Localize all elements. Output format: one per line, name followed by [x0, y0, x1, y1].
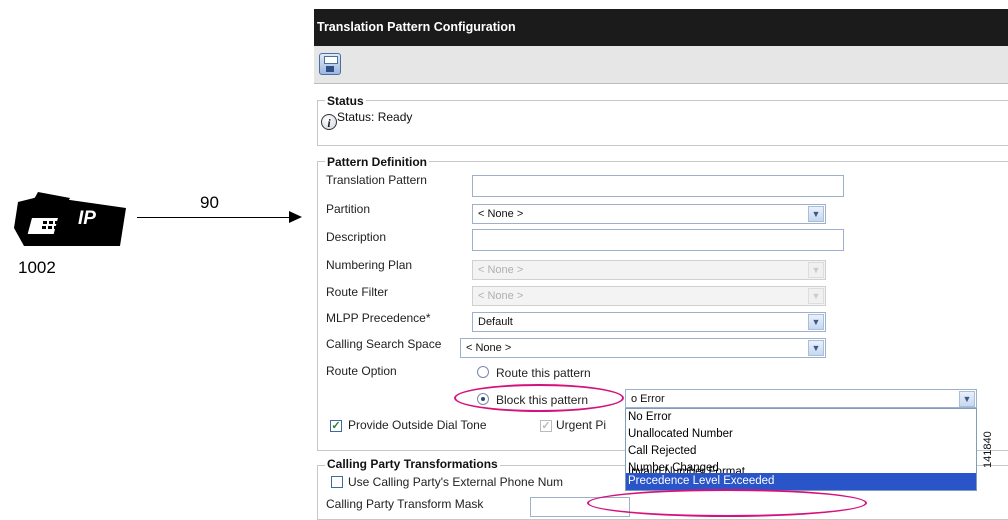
chevron-down-icon: ▼ — [808, 206, 824, 222]
block-reason-select[interactable]: o Error ▼ — [625, 389, 977, 408]
description-input[interactable] — [472, 229, 844, 251]
translation-pattern-input[interactable] — [472, 175, 844, 197]
status-text: Status: Ready — [337, 110, 413, 124]
route-option-label: Route Option — [326, 364, 397, 378]
block-reason-value: o Error — [631, 393, 665, 405]
ip-phone-icon — [14, 192, 126, 246]
description-label: Description — [326, 230, 387, 244]
block-reason-option[interactable]: No Error — [628, 409, 671, 426]
calling-search-space-select[interactable]: < None > ▼ — [460, 338, 826, 358]
status-legend: Status — [325, 94, 366, 108]
calling-search-space-label: Calling Search Space — [326, 337, 442, 351]
translation-pattern-label: Translation Pattern — [326, 173, 427, 187]
partition-select[interactable]: < None > ▼ — [472, 204, 826, 224]
urgent-priority-checkbox: ✓ — [540, 420, 552, 432]
provide-outside-dial-tone-label: Provide Outside Dial Tone — [348, 418, 487, 432]
calling-party-transformations-legend: Calling Party Transformations — [325, 457, 500, 471]
block-reason-option[interactable]: Call Rejected — [628, 443, 696, 460]
call-arrow-line — [137, 217, 289, 218]
transform-mask-label: Calling Party Transform Mask — [326, 497, 484, 511]
route-filter-value: < None > — [478, 290, 524, 302]
route-filter-select: < None > ▼ — [472, 286, 826, 306]
use-external-phone-mask-checkbox[interactable] — [331, 476, 343, 488]
phone-extension: 1002 — [18, 258, 56, 277]
block-pattern-highlight — [454, 384, 624, 412]
call-arrow-head — [289, 211, 302, 223]
calling-search-space-value: < None > — [466, 342, 512, 354]
pattern-definition-legend: Pattern Definition — [325, 155, 430, 169]
chevron-down-icon: ▼ — [808, 288, 824, 304]
chevron-down-icon: ▼ — [808, 314, 824, 330]
use-external-phone-mask-label: Use Calling Party's External Phone Num — [348, 475, 564, 489]
window-title: Translation Pattern Configuration — [314, 9, 1008, 46]
numbering-plan-value: < None > — [478, 264, 524, 276]
dialed-digits: 90 — [200, 193, 219, 212]
chevron-down-icon: ▼ — [808, 340, 824, 356]
route-this-pattern-radio[interactable] — [477, 366, 489, 378]
partition-value: < None > — [478, 208, 524, 220]
phone-ip-label: IP — [78, 208, 96, 229]
precedence-level-highlight — [587, 489, 867, 517]
route-filter-label: Route Filter — [326, 285, 389, 299]
numbering-plan-select: < None > ▼ — [472, 260, 826, 280]
mlpp-precedence-value: Default — [478, 316, 513, 328]
provide-outside-dial-tone-checkbox[interactable]: ✓ — [330, 420, 342, 432]
figure-id: 141840 — [982, 431, 994, 468]
chevron-down-icon: ▼ — [808, 262, 824, 278]
mlpp-precedence-select[interactable]: Default ▼ — [472, 312, 826, 332]
urgent-priority-label: Urgent Pi — [556, 418, 607, 432]
partition-label: Partition — [326, 202, 371, 216]
route-this-pattern-label: Route this pattern — [496, 366, 591, 380]
toolbar — [314, 46, 1008, 84]
block-reason-options-list[interactable]: No Error Unallocated Number Call Rejected N… — [625, 408, 977, 491]
chevron-down-icon: ▼ — [959, 391, 975, 407]
block-reason-option[interactable]: Unallocated Number — [628, 426, 733, 443]
status-group — [317, 100, 1008, 146]
mlpp-precedence-label: MLPP Precedence* — [326, 311, 431, 325]
block-reason-option[interactable]: Precedence Level Exceeded — [626, 473, 976, 490]
info-icon: i — [321, 114, 337, 130]
numbering-plan-label: Numbering Plan — [326, 258, 413, 272]
save-icon[interactable] — [319, 53, 341, 75]
